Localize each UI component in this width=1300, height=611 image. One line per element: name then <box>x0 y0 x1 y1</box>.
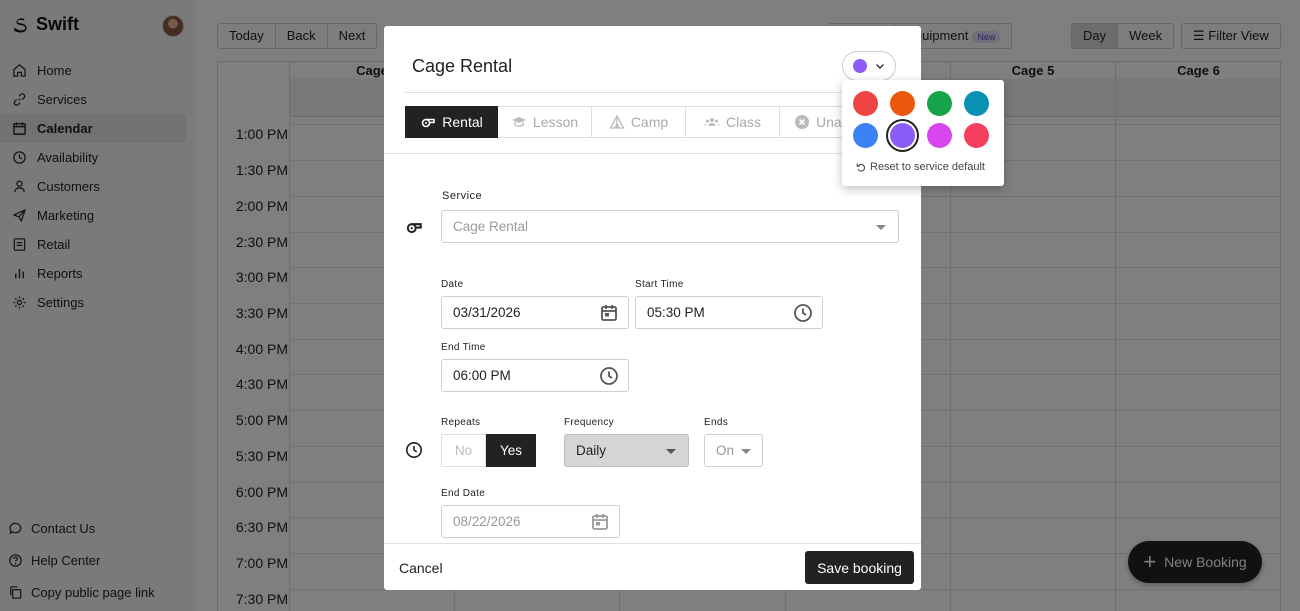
end-date-input[interactable]: 08/22/2026 <box>441 505 620 538</box>
color-swatch-orange[interactable] <box>890 91 915 116</box>
x-circle-icon <box>795 115 809 129</box>
color-swatch-teal[interactable] <box>964 91 989 116</box>
end-time-label: End Time <box>441 342 486 353</box>
group-icon <box>704 118 720 126</box>
tab-rental[interactable]: Rental <box>405 106 498 138</box>
end-time-value: 06:00 PM <box>453 368 511 383</box>
booking-type-tabs: Rental Lesson Camp Class Unav <box>405 106 874 138</box>
tab-label: Class <box>725 114 761 130</box>
reset-color-label: Reset to service default <box>870 161 985 173</box>
end-time-input[interactable]: 06:00 PM <box>441 359 629 392</box>
tab-label: Camp <box>630 114 669 130</box>
frequency-label: Frequency <box>564 417 614 428</box>
clock-icon <box>405 441 423 459</box>
reset-color-button[interactable]: Reset to service default <box>856 161 985 173</box>
tab-lesson[interactable]: Lesson <box>498 106 592 138</box>
whistle-icon <box>406 223 422 234</box>
repeats-yes-option[interactable]: Yes <box>486 434 536 467</box>
color-swatch-blue[interactable] <box>853 123 878 148</box>
start-time-input[interactable]: 05:30 PM <box>635 296 823 329</box>
color-picker-popover: Reset to service default <box>842 80 1004 186</box>
divider <box>384 153 921 154</box>
ends-value: On <box>716 443 735 458</box>
whistle-icon <box>421 118 436 128</box>
tab-camp[interactable]: Camp <box>592 106 686 138</box>
end-date-value: 08/22/2026 <box>453 514 521 529</box>
color-swatch-red[interactable] <box>853 91 878 116</box>
divider <box>384 543 921 544</box>
frequency-select[interactable]: Daily <box>564 434 689 467</box>
chevron-down-icon <box>876 64 884 69</box>
service-select[interactable]: Cage Rental <box>441 210 899 243</box>
calendar-icon[interactable] <box>590 512 610 532</box>
service-value: Cage Rental <box>453 219 529 234</box>
color-picker-button[interactable] <box>842 51 896 81</box>
repeats-label: Repeats <box>441 417 481 428</box>
chevron-down-icon <box>876 225 886 230</box>
selected-color-dot <box>853 59 867 73</box>
chevron-down-icon <box>666 449 676 454</box>
mortarboard-icon <box>511 117 526 127</box>
color-swatch-pink[interactable] <box>964 123 989 148</box>
color-swatch-green[interactable] <box>927 91 952 116</box>
repeats-toggle: No Yes <box>441 434 536 467</box>
clock-icon[interactable] <box>599 366 619 386</box>
ends-label: Ends <box>704 417 728 428</box>
date-value: 03/31/2026 <box>453 305 521 320</box>
start-time-value: 05:30 PM <box>647 305 705 320</box>
end-date-label: End Date <box>441 488 486 499</box>
modal-title: Cage Rental <box>412 56 513 76</box>
calendar-icon[interactable] <box>599 303 619 323</box>
start-time-label: Start Time <box>635 279 684 290</box>
tent-icon <box>609 114 625 129</box>
divider <box>405 92 900 93</box>
frequency-value: Daily <box>576 443 607 458</box>
cancel-button[interactable]: Cancel <box>399 560 443 576</box>
date-label: Date <box>441 279 464 290</box>
ends-select[interactable]: On <box>704 434 763 467</box>
repeats-no-option[interactable]: No <box>441 434 486 467</box>
clock-icon[interactable] <box>793 303 813 323</box>
tab-label: Rental <box>442 114 483 130</box>
undo-icon <box>856 163 865 172</box>
tab-class[interactable]: Class <box>686 106 780 138</box>
color-swatch-magenta[interactable] <box>927 123 952 148</box>
color-swatch-purple[interactable] <box>890 123 915 148</box>
save-booking-button[interactable]: Save booking <box>805 551 914 584</box>
chevron-down-icon <box>741 449 751 454</box>
booking-modal: Cage Rental Rental Lesson Camp Class Una… <box>384 26 921 590</box>
date-input[interactable]: 03/31/2026 <box>441 296 629 329</box>
tab-label: Lesson <box>532 114 579 130</box>
service-label: Service <box>442 190 483 202</box>
